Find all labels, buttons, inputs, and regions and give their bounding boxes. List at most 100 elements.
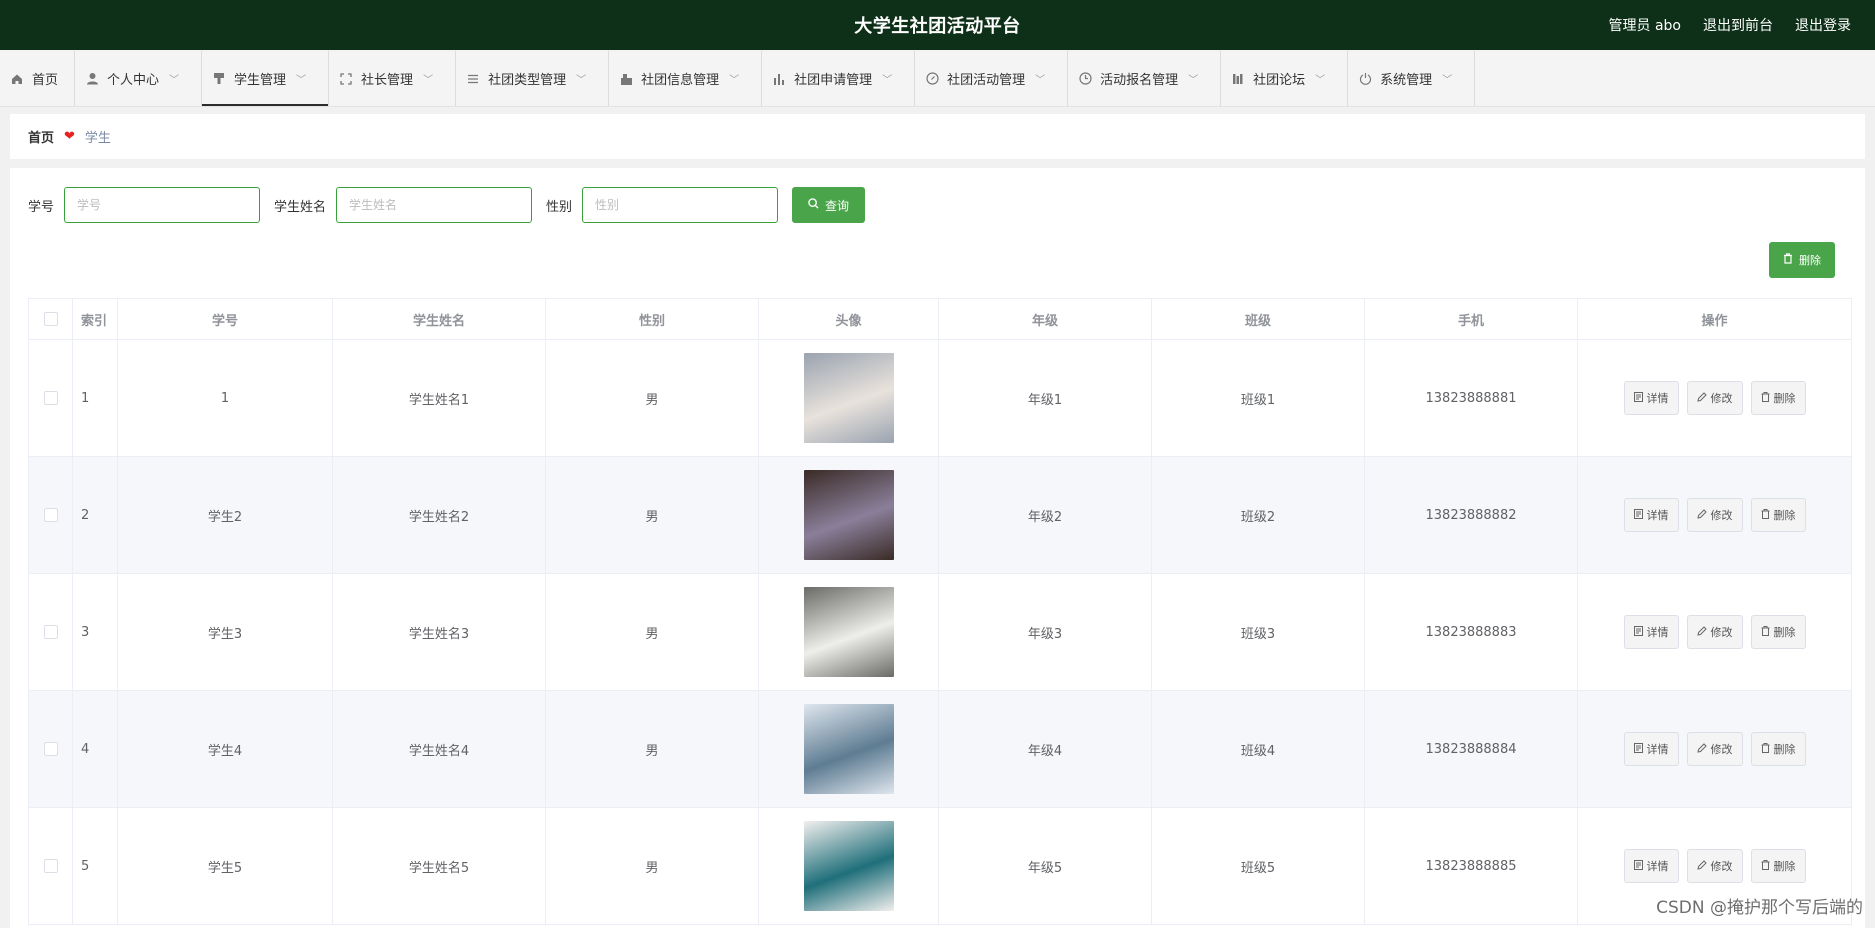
chevron-down-icon: ﹀ — [1188, 75, 1199, 86]
student-id-cell: 学生2 — [117, 456, 333, 574]
clock-icon — [1078, 72, 1092, 86]
edit-button[interactable]: 修改 — [1686, 732, 1743, 766]
delete-button-label: 删除 — [1773, 392, 1796, 405]
actions-cell: 详情 修改 删除 — [1577, 339, 1852, 457]
row-actions: 详情 修改 删除 — [1579, 732, 1850, 766]
document-icon — [1633, 742, 1643, 756]
table-row: 2 学生2 学生姓名2 男 年级2 班级2 13823888882 详情 修改 删除 — [28, 456, 1852, 574]
edit-button[interactable]: 修改 — [1686, 498, 1743, 532]
row-index-cell: 1 — [72, 339, 118, 457]
nav-club-activity-management[interactable]: 社团活动管理 ﹀ — [915, 51, 1069, 106]
gender-input[interactable] — [582, 187, 779, 223]
phone-cell: 13823888881 — [1364, 339, 1578, 457]
nav-system-management[interactable]: 系统管理 ﹀ — [1348, 51, 1476, 106]
detail-button[interactable]: 详情 — [1623, 615, 1679, 649]
nav-activity-signup-management[interactable]: 活动报名管理 ﹀ — [1068, 51, 1222, 106]
row-checkbox[interactable] — [43, 742, 58, 756]
row-checkbox[interactable] — [43, 508, 58, 522]
exit-to-front-link[interactable]: 退出到前台 — [1703, 15, 1773, 35]
edit-button[interactable]: 修改 — [1686, 849, 1743, 883]
user-icon — [85, 72, 99, 86]
nav-student-management[interactable]: 学生管理 ﹀ — [202, 51, 330, 106]
nav-president-management[interactable]: 社长管理 ﹀ — [329, 51, 457, 106]
actions-cell: 详情 修改 删除 — [1577, 573, 1852, 691]
gender-label: 性别 — [546, 199, 573, 215]
delete-button[interactable]: 删除 — [1750, 849, 1806, 883]
avatar — [803, 587, 894, 677]
nav-label: 社团申请管理 — [794, 73, 873, 88]
select-all-checkbox[interactable] — [43, 312, 58, 326]
batch-delete-button[interactable]: 删除 — [1769, 242, 1835, 278]
chevron-down-icon: ﹀ — [423, 75, 434, 86]
col-header-gender: 性别 — [545, 298, 759, 340]
avatar — [803, 704, 894, 794]
select-all-cell — [28, 298, 73, 340]
phone-cell: 13823888884 — [1364, 690, 1578, 808]
query-button[interactable]: 查询 — [792, 187, 866, 223]
gender-cell: 男 — [545, 807, 759, 925]
nav-label: 社团活动管理 — [947, 73, 1026, 88]
nav-label: 社团类型管理 — [488, 73, 567, 88]
edit-button[interactable]: 修改 — [1686, 381, 1743, 415]
avatar — [803, 470, 894, 560]
delete-button-label: 删除 — [1773, 626, 1796, 639]
fullscreen-icon — [339, 72, 353, 86]
edit-button[interactable]: 修改 — [1686, 615, 1743, 649]
detail-button[interactable]: 详情 — [1623, 381, 1679, 415]
row-actions: 详情 修改 删除 — [1579, 381, 1850, 415]
delete-button[interactable]: 删除 — [1750, 615, 1806, 649]
gender-cell: 男 — [545, 339, 759, 457]
pencil-icon — [1696, 391, 1707, 405]
pencil-icon — [1696, 508, 1707, 522]
student-id-input[interactable] — [64, 187, 261, 223]
student-id-cell: 学生3 — [117, 573, 333, 691]
breadcrumb-home[interactable]: 首页 — [28, 127, 54, 146]
nav-club-forum[interactable]: 社团论坛 ﹀ — [1221, 51, 1349, 106]
nav-home[interactable]: 首页 — [0, 51, 76, 106]
student-id-cell: 学生5 — [117, 807, 333, 925]
avatar-cell — [758, 339, 939, 457]
grade-cell: 年级4 — [938, 690, 1152, 808]
col-header-grade: 年级 — [938, 298, 1152, 340]
delete-button[interactable]: 删除 — [1750, 498, 1806, 532]
col-header-student-id: 学号 — [117, 298, 333, 340]
detail-button[interactable]: 详情 — [1623, 732, 1679, 766]
trash-icon — [1783, 253, 1793, 267]
detail-button[interactable]: 详情 — [1623, 498, 1679, 532]
document-icon — [1633, 508, 1643, 522]
row-actions: 详情 修改 删除 — [1579, 615, 1850, 649]
edit-button-label: 修改 — [1710, 626, 1733, 639]
col-header-avatar: 头像 — [758, 298, 939, 340]
phone-cell: 13823888883 — [1364, 573, 1578, 691]
row-actions: 详情 修改 删除 — [1579, 498, 1850, 532]
table-row: 1 1 学生姓名1 男年级1 班级1 13823888881 详情 修改 删除 — [28, 339, 1852, 457]
student-name-label: 学生姓名 — [274, 199, 327, 215]
nav-club-application-management[interactable]: 社团申请管理 ﹀ — [762, 51, 916, 106]
delete-button[interactable]: 删除 — [1750, 381, 1806, 415]
edit-button-label: 修改 — [1710, 860, 1733, 873]
nav-club-info-management[interactable]: 社团信息管理 ﹀ — [609, 51, 763, 106]
logout-link[interactable]: 退出登录 — [1795, 15, 1851, 35]
compass-icon — [925, 72, 939, 86]
building-icon — [619, 72, 633, 86]
delete-button[interactable]: 删除 — [1750, 732, 1806, 766]
avatar-cell — [758, 573, 939, 691]
content-panel: 学号 学生姓名 性别 查询 删除 索引 学号 学生姓名 — [10, 168, 1865, 928]
document-icon — [1633, 625, 1643, 639]
nav-personal-center[interactable]: 个人中心 ﹀ — [75, 51, 203, 106]
row-checkbox[interactable] — [43, 625, 58, 639]
header-actions: 管理员 abo 退出到前台 退出登录 — [1609, 0, 1851, 50]
detail-button[interactable]: 详情 — [1623, 849, 1679, 883]
phone-cell: 13823888885 — [1364, 807, 1578, 925]
nav-club-type-management[interactable]: 社团类型管理 ﹀ — [456, 51, 610, 106]
row-checkbox[interactable] — [43, 391, 58, 405]
batch-delete-label: 删除 — [1799, 254, 1821, 267]
row-checkbox[interactable] — [43, 859, 58, 873]
pencil-icon — [1696, 625, 1707, 639]
avatar — [803, 821, 894, 911]
student-id-cell: 学生4 — [117, 690, 333, 808]
row-select-cell — [28, 690, 73, 808]
student-name-input[interactable] — [336, 187, 533, 223]
edit-button-label: 修改 — [1710, 743, 1733, 756]
app-title: 大学生社团活动平台 — [854, 16, 1021, 37]
